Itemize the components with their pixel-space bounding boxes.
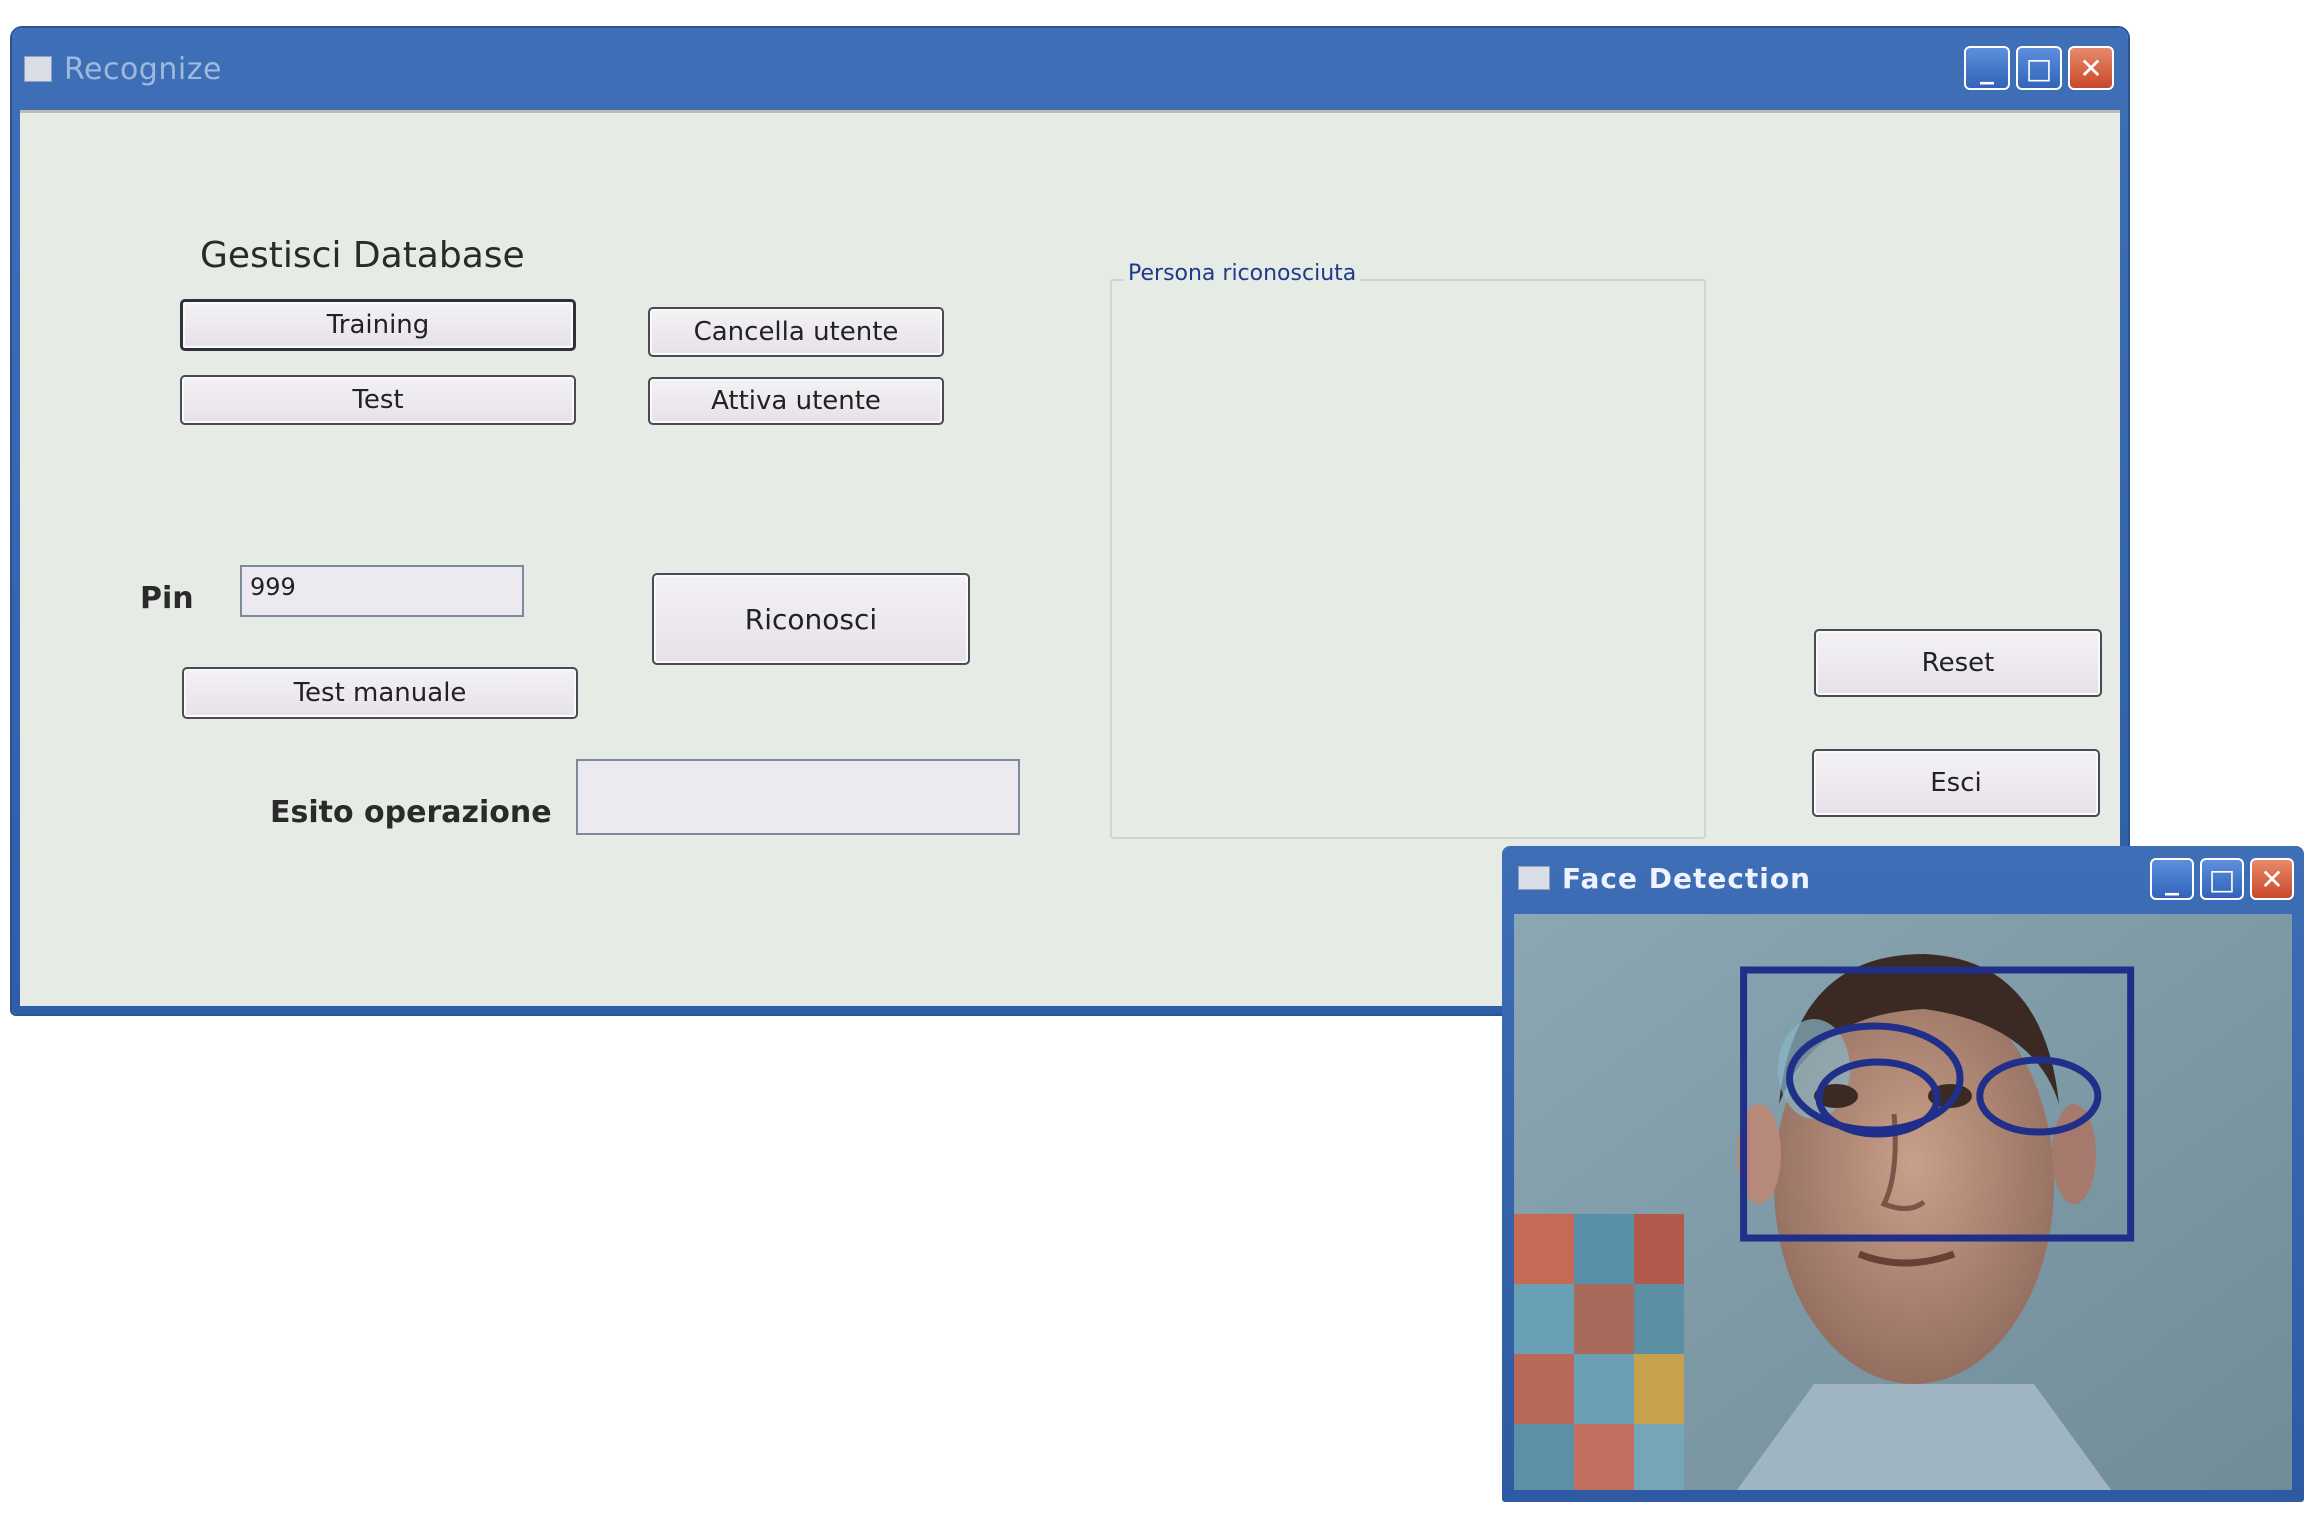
section-title-gestisci-database: Gestisci Database: [200, 235, 525, 276]
esito-operazione-label: Esito operazione: [270, 795, 552, 830]
face-window-controls: _ □ ✕: [2150, 858, 2294, 900]
persona-riconosciuta-groupbox: [1110, 279, 1706, 839]
esci-button[interactable]: Esci: [1812, 749, 2100, 817]
main-window-title: Recognize: [64, 51, 222, 87]
minimize-button[interactable]: _: [1964, 46, 2010, 90]
face-titlebar[interactable]: Face Detection _ □ ✕: [1502, 846, 2304, 910]
cancella-utente-button[interactable]: Cancella utente: [648, 307, 944, 357]
pin-label: Pin: [140, 581, 194, 616]
camera-feed: [1514, 914, 2292, 1490]
face-maximize-button[interactable]: □: [2200, 858, 2244, 900]
face-window-icon: [1518, 866, 1550, 890]
attiva-utente-button[interactable]: Attiva utente: [648, 377, 944, 425]
pin-input[interactable]: 999: [240, 565, 524, 617]
close-button[interactable]: ✕: [2068, 46, 2114, 90]
main-titlebar[interactable]: Recognize _ □ ✕: [12, 28, 2128, 110]
camera-image: [1514, 914, 2292, 1490]
face-detection-window: Face Detection _ □ ✕: [1502, 846, 2304, 1502]
maximize-button[interactable]: □: [2016, 46, 2062, 90]
test-button[interactable]: Test: [180, 375, 576, 425]
background-posters: [1514, 1214, 1684, 1490]
training-button[interactable]: Training: [180, 299, 576, 351]
reset-button[interactable]: Reset: [1814, 629, 2102, 697]
main-window-controls: _ □ ✕: [1964, 46, 2114, 90]
window-icon: [24, 56, 52, 82]
esito-operazione-field[interactable]: [576, 759, 1020, 835]
face-minimize-button[interactable]: _: [2150, 858, 2194, 900]
persona-riconosciuta-label: Persona riconosciuta: [1124, 261, 1361, 286]
riconosci-button[interactable]: Riconosci: [652, 573, 970, 665]
face-window-title: Face Detection: [1562, 861, 1812, 895]
face-close-button[interactable]: ✕: [2250, 858, 2294, 900]
test-manuale-button[interactable]: Test manuale: [182, 667, 578, 719]
